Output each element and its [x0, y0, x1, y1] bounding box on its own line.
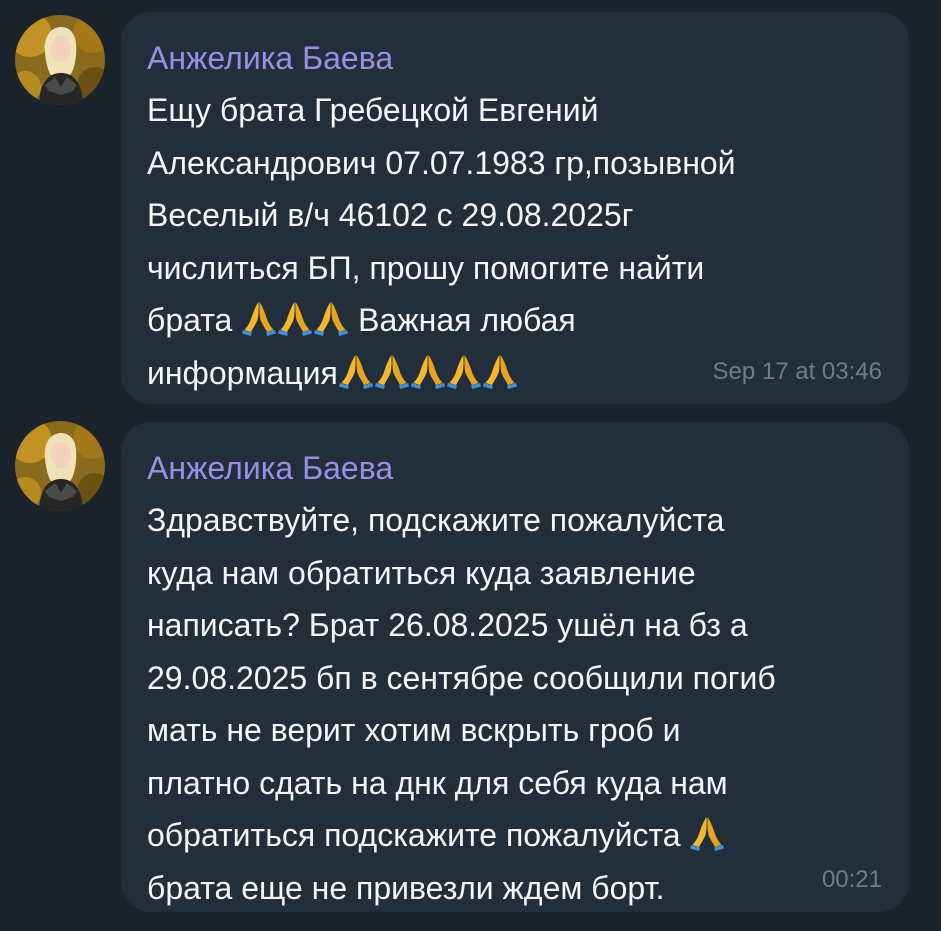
message-line: куда нам обратиться куда заявление: [147, 554, 696, 591]
folded-hands-icon: [339, 352, 373, 390]
message-text-fragment: Важная любая: [358, 302, 576, 338]
message-line: мать не верит хотим вскрыть гроб и: [147, 712, 681, 748]
message-line: написать? Брат 26.08.2025 ушёл на бз а: [147, 607, 748, 643]
message-timestamp: 00:21: [821, 866, 882, 893]
avatar-photo: [15, 421, 105, 511]
message-line: брата Важная любая: [147, 294, 885, 347]
message-line: 29.08.2025 бп в сентябре сообщили погиб: [147, 659, 776, 696]
message-line: числиться БП, прошу помогите найти: [147, 249, 705, 286]
chat-view: Анжелика Баева Ещу брата Гребецкой Евген…: [0, 0, 941, 931]
folded-hands-icon: [447, 352, 481, 390]
message-text-fragment: брата: [147, 302, 233, 338]
message-text-fragment: информация: [147, 354, 338, 391]
message-line: Ещу брата Гребецкой Евгений: [147, 92, 599, 128]
message-line: брата еще не привезли ждем борт.: [147, 869, 665, 906]
message-bubble[interactable]: Анжелика Баева Здравствуйте, подскажите …: [121, 422, 909, 912]
sender-avatar[interactable]: [15, 15, 105, 105]
folded-hands-icon: [314, 299, 348, 337]
sender-name[interactable]: Анжелика Баева: [147, 38, 885, 78]
message-text: Здравствуйте, подскажите пожалуйста куда…: [147, 494, 885, 914]
message-timestamp: Sep 17 at 03:46: [712, 358, 882, 385]
message-line: Здравствуйте, подскажите пожалуйста: [147, 502, 725, 538]
folded-hands-icon: [690, 814, 724, 852]
folded-hands-icon: [278, 299, 312, 337]
folded-hands-icon: [242, 299, 276, 337]
sender-avatar[interactable]: [15, 421, 105, 511]
message-line: Александрович 07.07.1983 гр,позывной: [147, 144, 736, 181]
folded-hands-icon: [375, 352, 409, 390]
message-text: Ещу брата Гребецкой Евгений Александрови…: [147, 84, 885, 399]
message-text-fragment: обратиться подскажите пожалуйста: [147, 817, 681, 853]
folded-hands-icon: [483, 352, 517, 390]
sender-name[interactable]: Анжелика Баева: [147, 448, 885, 488]
message-bubble[interactable]: Анжелика Баева Ещу брата Гребецкой Евген…: [121, 12, 909, 404]
avatar-photo: [15, 15, 105, 105]
folded-hands-icon: [411, 352, 445, 390]
message-line: платно сдать на днк для себя куда нам: [147, 764, 728, 801]
message-line: обратиться подскажите пожалуйста: [147, 809, 885, 862]
message-line: Веселый в/ч 46102 с 29.08.2025г: [147, 197, 634, 233]
